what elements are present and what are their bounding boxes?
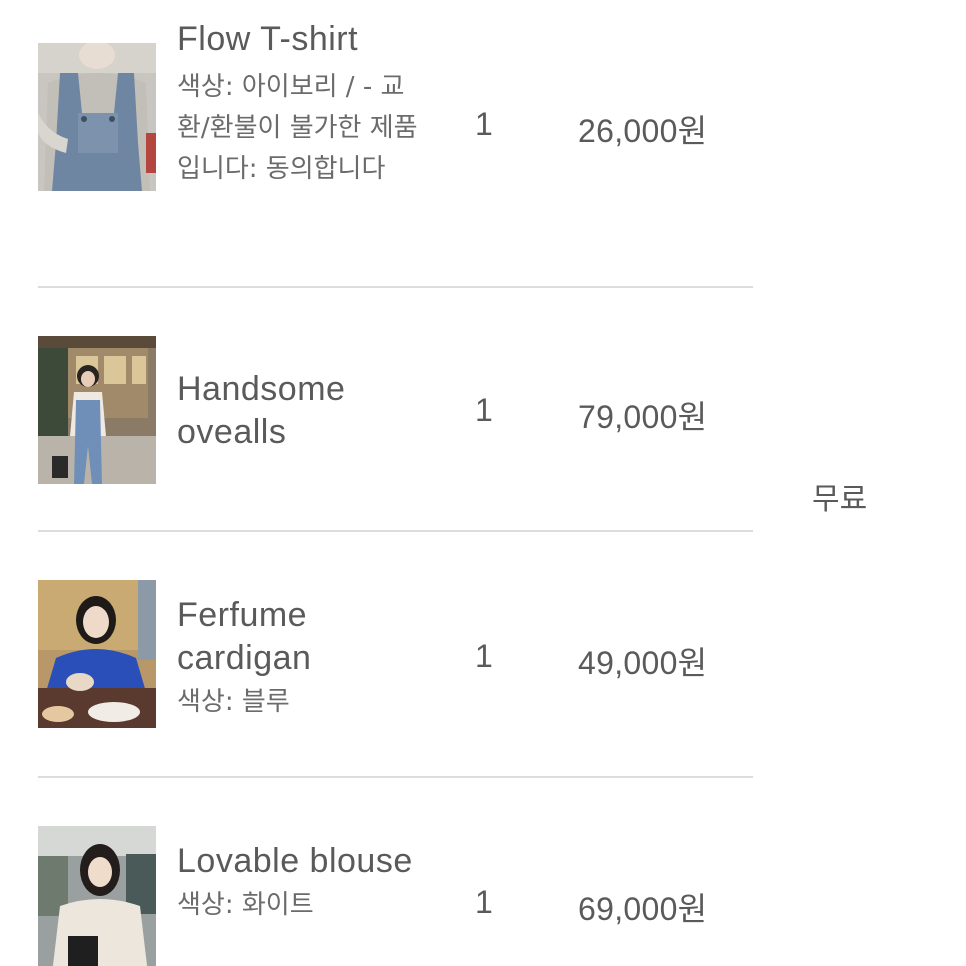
- product-quantity: 1: [475, 392, 493, 428]
- product-photo-icon: [38, 43, 156, 191]
- order-item-row: Lovable blouse 색상: 화이트 1 69,000원: [38, 778, 753, 966]
- product-price: 69,000원: [578, 891, 708, 927]
- product-quantity: 1: [475, 106, 493, 142]
- product-photo-icon: [38, 826, 156, 966]
- product-name[interactable]: Lovable blouse: [177, 840, 422, 883]
- order-item-row: Flow T-shirt 색상: 아이보리 / - 교환/환불이 불가한 제품입…: [38, 0, 753, 288]
- product-info: Handsome ovealls: [177, 368, 422, 454]
- order-items-page: Flow T-shirt 색상: 아이보리 / - 교환/환불이 불가한 제품입…: [0, 0, 966, 966]
- product-photo-icon: [38, 580, 156, 728]
- product-name[interactable]: Flow T-shirt: [177, 18, 422, 61]
- product-info: Flow T-shirt 색상: 아이보리 / - 교환/환불이 불가한 제품입…: [177, 18, 422, 190]
- order-item-row: Handsome ovealls 1 79,000원: [38, 288, 753, 532]
- product-price: 49,000원: [578, 645, 708, 681]
- product-thumbnail[interactable]: [38, 336, 156, 484]
- product-option: 색상: 블루: [177, 687, 290, 717]
- product-price: 26,000원: [578, 113, 708, 149]
- product-photo-icon: [38, 336, 156, 484]
- order-item-list: Flow T-shirt 색상: 아이보리 / - 교환/환불이 불가한 제품입…: [38, 0, 753, 966]
- product-price: 79,000원: [578, 399, 708, 435]
- order-item-row: Ferfume cardigan 색상: 블루 1 49,000원: [38, 532, 753, 778]
- product-thumbnail[interactable]: [38, 43, 156, 191]
- product-option: 색상: 화이트: [177, 890, 314, 920]
- product-quantity: 1: [475, 638, 493, 674]
- product-thumbnail[interactable]: [38, 826, 156, 966]
- product-info: Ferfume cardigan 색상: 블루: [177, 594, 422, 723]
- product-quantity: 1: [475, 884, 493, 920]
- product-thumbnail[interactable]: [38, 580, 156, 728]
- product-option: 색상: 아이보리 / - 교환/환불이 불가한 제품입니다: 동의합니다: [177, 72, 418, 184]
- shipping-fee: 무료: [812, 482, 868, 517]
- product-info: Lovable blouse 색상: 화이트: [177, 840, 422, 926]
- product-name[interactable]: Ferfume cardigan: [177, 594, 422, 680]
- product-name[interactable]: Handsome ovealls: [177, 368, 422, 454]
